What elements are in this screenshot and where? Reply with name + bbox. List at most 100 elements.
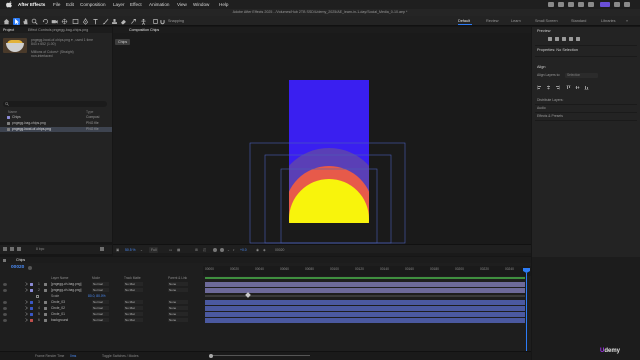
toggle-switches-modes[interactable]: Toggle Switches / Modes bbox=[102, 354, 138, 358]
pan-behind-tool-icon[interactable] bbox=[61, 18, 68, 25]
apple-icon[interactable] bbox=[6, 1, 12, 8]
blend-mode-select[interactable]: Normal bbox=[92, 300, 109, 304]
expand-chevron-icon[interactable] bbox=[25, 306, 28, 310]
parent-select[interactable]: None bbox=[168, 312, 188, 316]
workspace-libraries[interactable]: Libraries bbox=[601, 18, 616, 25]
layer-duration-bar[interactable] bbox=[205, 281, 525, 287]
snapping-checkbox[interactable] bbox=[152, 18, 159, 25]
zoom-dropdown-icon[interactable]: ⌄ bbox=[140, 247, 143, 253]
parent-select[interactable]: None bbox=[168, 300, 188, 304]
label-color[interactable] bbox=[30, 318, 33, 322]
rotate-tool-icon[interactable] bbox=[42, 18, 49, 25]
column-name[interactable]: Name bbox=[8, 110, 17, 114]
control-center-icon[interactable] bbox=[600, 2, 610, 7]
align-right-icon[interactable] bbox=[555, 85, 560, 90]
current-time-display[interactable]: 00020 bbox=[11, 265, 24, 270]
audio-panel[interactable]: Audio bbox=[537, 106, 546, 111]
layer-name[interactable]: background bbox=[51, 317, 68, 323]
label-color[interactable] bbox=[30, 306, 33, 310]
battery-icon[interactable] bbox=[624, 2, 630, 7]
status-icon[interactable] bbox=[578, 2, 584, 7]
last-frame-icon[interactable] bbox=[576, 37, 580, 41]
roto-brush-tool-icon[interactable] bbox=[130, 18, 137, 25]
track-matte-select[interactable]: No Mat bbox=[124, 312, 143, 316]
resolution-select[interactable]: Full bbox=[149, 246, 159, 253]
project-item-bag-chips[interactable]: pngegg-bag-chips.png PNG file bbox=[0, 121, 112, 126]
menu-animation[interactable]: Animation bbox=[149, 1, 169, 8]
layer-duration-bar[interactable] bbox=[205, 311, 525, 317]
zoom-slider-handle[interactable] bbox=[209, 353, 213, 358]
tab-effect-controls[interactable]: Effect Controls pngegg-bag-chips.png bbox=[28, 27, 88, 33]
exposure-value[interactable]: +0.0 bbox=[240, 247, 247, 253]
type-tool-icon[interactable] bbox=[92, 18, 99, 25]
parent-select[interactable]: None bbox=[168, 318, 188, 322]
zoom-slider[interactable] bbox=[210, 355, 310, 356]
always-preview-icon[interactable]: ▣ bbox=[116, 247, 119, 253]
previous-frame-icon[interactable] bbox=[555, 37, 559, 41]
rectangle-tool-icon[interactable] bbox=[72, 18, 79, 25]
search-layers-icon[interactable] bbox=[28, 266, 32, 270]
exposure-icon[interactable]: ◐ bbox=[233, 247, 235, 253]
preview-title[interactable]: Preview bbox=[537, 29, 551, 34]
align-target-select[interactable]: Selection bbox=[565, 73, 598, 78]
project-item-bowl-of-chips[interactable]: pngegg-bowl-of-chips.png PNG file bbox=[0, 127, 112, 132]
playhead-line[interactable] bbox=[526, 273, 527, 355]
align-center-icon[interactable] bbox=[546, 85, 551, 90]
parent-select[interactable]: None bbox=[168, 288, 188, 292]
composition-viewer[interactable] bbox=[113, 27, 531, 244]
label-color[interactable] bbox=[30, 288, 33, 292]
menu-help[interactable]: Help bbox=[219, 1, 228, 8]
camera-tool-icon[interactable] bbox=[51, 18, 58, 25]
column-track-matte[interactable]: Track Matte bbox=[124, 276, 141, 280]
delete-icon[interactable] bbox=[100, 247, 104, 251]
status-icon[interactable] bbox=[568, 2, 574, 7]
expand-chevron-icon[interactable] bbox=[25, 282, 28, 286]
camera-view-icon[interactable] bbox=[213, 248, 217, 252]
blend-mode-select[interactable]: Normal bbox=[92, 318, 109, 322]
track-matte-select[interactable]: No Mat bbox=[124, 306, 143, 310]
workspace-review[interactable]: Review bbox=[486, 18, 498, 25]
layer-duration-bar[interactable] bbox=[205, 299, 525, 305]
puppet-tool-icon[interactable] bbox=[140, 18, 147, 25]
align-left-icon[interactable] bbox=[537, 85, 542, 90]
menu-file[interactable]: File bbox=[53, 1, 60, 8]
workspace-learn[interactable]: Learn bbox=[511, 18, 521, 25]
track-matte-select[interactable]: No Mat bbox=[124, 282, 143, 286]
menu-edit[interactable]: Edit bbox=[66, 1, 74, 8]
align-top-icon[interactable] bbox=[566, 85, 571, 90]
first-frame-icon[interactable] bbox=[548, 37, 552, 41]
blend-mode-select[interactable]: Normal bbox=[92, 282, 109, 286]
new-folder-icon[interactable] bbox=[10, 247, 14, 251]
selection-tool-icon[interactable] bbox=[13, 17, 20, 25]
pen-tool-icon[interactable] bbox=[82, 17, 89, 25]
bpc-label[interactable]: 8 bpc bbox=[36, 247, 44, 251]
expand-chevron-icon[interactable] bbox=[25, 300, 28, 304]
parent-select[interactable]: None bbox=[168, 282, 188, 286]
status-icon[interactable] bbox=[558, 2, 564, 7]
interpret-footage-icon[interactable] bbox=[3, 247, 7, 251]
tab-chips-timeline[interactable]: Chips bbox=[16, 257, 25, 263]
snapshot-icon[interactable]: ◉ bbox=[256, 247, 259, 253]
status-icon[interactable] bbox=[588, 2, 594, 7]
region-of-interest-icon[interactable]: ▭ bbox=[169, 247, 172, 253]
column-parent-link[interactable]: Parent & Link bbox=[168, 276, 187, 280]
layer-duration-bar[interactable] bbox=[205, 287, 525, 293]
visibility-eye-icon[interactable] bbox=[3, 282, 7, 286]
align-title[interactable]: Align bbox=[537, 65, 545, 70]
keyframe-icon[interactable] bbox=[245, 292, 251, 298]
expand-chevron-icon[interactable] bbox=[25, 318, 28, 322]
work-area-bar[interactable] bbox=[205, 277, 525, 279]
status-icon[interactable] bbox=[548, 2, 554, 7]
expand-chevron-icon[interactable] bbox=[25, 312, 28, 316]
new-composition-icon[interactable] bbox=[17, 247, 21, 251]
track-matte-select[interactable]: No Mat bbox=[124, 300, 143, 304]
stopwatch-icon[interactable] bbox=[36, 294, 39, 298]
visibility-eye-icon[interactable] bbox=[3, 300, 7, 304]
menu-layer[interactable]: Layer bbox=[113, 1, 125, 8]
color-channel-icon[interactable] bbox=[220, 248, 224, 252]
track-matte-select[interactable]: No Mat bbox=[124, 288, 143, 292]
column-layer-name[interactable]: Layer Name bbox=[51, 276, 68, 280]
visibility-eye-icon[interactable] bbox=[3, 288, 7, 292]
project-item-chips[interactable]: Chips Composi bbox=[0, 115, 112, 120]
label-color[interactable] bbox=[30, 282, 33, 286]
